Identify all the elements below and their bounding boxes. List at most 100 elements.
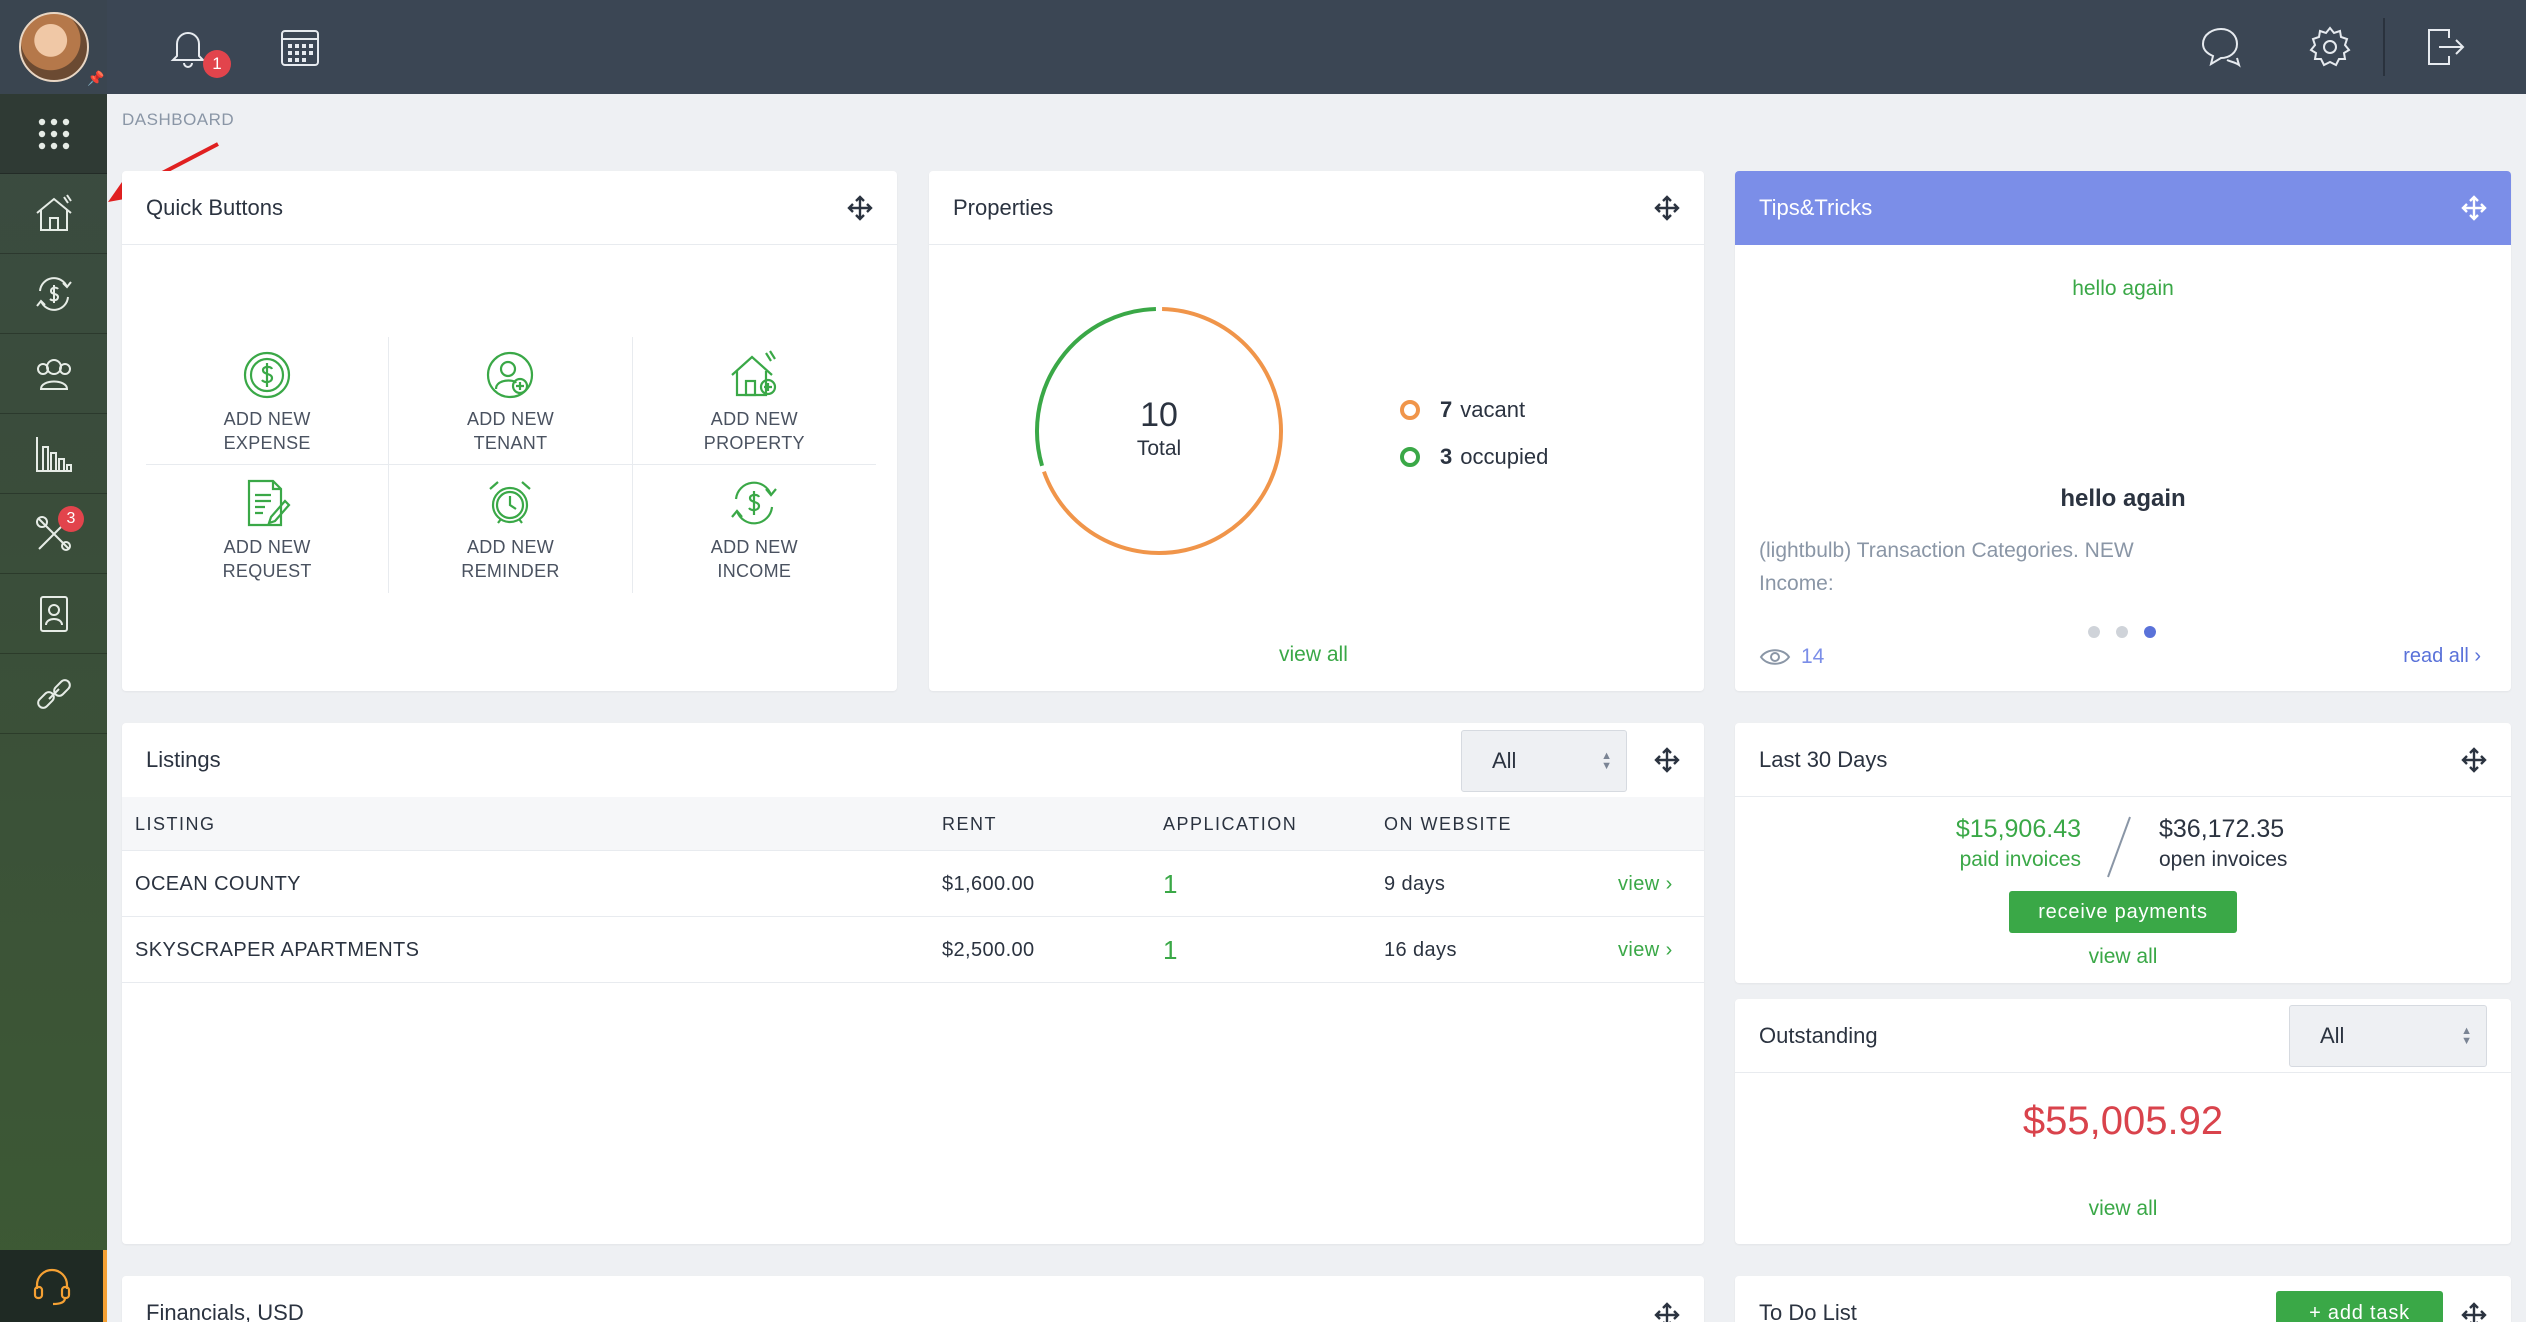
move-icon[interactable]	[2461, 746, 2487, 773]
sidebar-item-links[interactable]	[0, 654, 107, 734]
tips-body: (lightbulb) Transaction Categories. NEW …	[1759, 539, 2134, 595]
tips-top-text: hello again	[2072, 277, 2174, 300]
maintenance-badge: 3	[58, 506, 84, 532]
views-counter: 14	[1759, 645, 1824, 669]
move-icon[interactable]	[2461, 195, 2487, 221]
add-property-button[interactable]: ADD NEW PROPERTY	[632, 337, 876, 465]
last30-view-all-link[interactable]: view all	[1735, 945, 2511, 969]
occupied-dot	[1400, 447, 1420, 467]
column-header[interactable]: LISTING	[135, 814, 216, 835]
card-title: Quick Buttons	[146, 194, 283, 220]
sidebar: 📌 3	[0, 0, 107, 1322]
alarm-clock-icon	[489, 481, 532, 524]
user-avatar-area[interactable]: 📌	[0, 0, 107, 94]
card-title: Listings	[146, 747, 221, 772]
quick-buttons-grid: ADD NEW EXPENSE ADD NEW TENANT ADD NEW P…	[146, 337, 876, 593]
chat-button[interactable]	[2197, 24, 2243, 70]
legend-vacant: 7 vacant	[1400, 397, 1525, 423]
tips-heading: hello again	[2060, 485, 2186, 512]
sidebar-item-transactions[interactable]	[0, 254, 107, 334]
table-row[interactable]: OCEAN COUNTY $1,600.00 1 9 days view ›	[122, 851, 1704, 917]
sidebar-item-maintenance[interactable]: 3	[0, 494, 107, 574]
card-title: Properties	[953, 194, 1054, 220]
document-edit-icon	[248, 479, 291, 527]
add-request-button[interactable]: ADD NEW REQUEST	[146, 465, 390, 593]
bar-chart-icon	[35, 436, 72, 472]
read-all-link[interactable]: read all ›	[2403, 645, 2481, 668]
add-reminder-button[interactable]: ADD NEW REMINDER	[389, 465, 633, 593]
card-title: To Do List	[1759, 1300, 1857, 1322]
carousel-dot[interactable]	[2088, 626, 2100, 638]
logout-icon	[2428, 29, 2465, 65]
outstanding-view-all-link[interactable]: view all	[1735, 1197, 2511, 1221]
add-tenant-button[interactable]: ADD NEW TENANT	[389, 337, 633, 465]
quick-buttons-card: Quick Buttons ADD NEW EXPENSE ADD NEW TE…	[122, 171, 897, 691]
listings-filter-select[interactable]: All ▲ ▼	[1461, 730, 1627, 792]
grid-dots-icon	[38, 118, 69, 149]
sidebar-item-contacts[interactable]	[0, 574, 107, 654]
add-task-button[interactable]: + add task	[2276, 1291, 2443, 1322]
top-bar: 1	[107, 0, 2526, 94]
move-icon[interactable]	[1654, 1302, 1680, 1322]
link-icon	[36, 678, 71, 709]
pin-icon[interactable]: 📌	[87, 70, 104, 86]
open-invoices-stat[interactable]: $36,172.35 open invoices	[2159, 815, 2287, 872]
logout-button[interactable]	[2421, 24, 2467, 70]
move-icon[interactable]	[2461, 1302, 2487, 1322]
carousel-dots	[2088, 626, 2156, 638]
move-icon[interactable]	[847, 194, 873, 221]
settings-button[interactable]	[2307, 24, 2353, 70]
house-add-icon	[731, 350, 777, 397]
sidebar-item-dashboard[interactable]	[0, 94, 107, 174]
contact-card-icon	[39, 595, 68, 632]
total-label: Total	[1136, 437, 1182, 460]
listings-card: Listings All ▲ ▼ LISTING RENT APPLICATION…	[122, 723, 1704, 1244]
sidebar-item-reports[interactable]	[0, 414, 107, 494]
view-link[interactable]: view ›	[1618, 873, 1673, 896]
financials-card: Financials, USD	[122, 1276, 1704, 1322]
properties-card: Properties 10 Total 7 vacant 3 occupied …	[929, 171, 1704, 691]
select-caret-icon: ▲ ▼	[2461, 1025, 2472, 1047]
calendar-icon	[281, 30, 319, 66]
card-title: Tips&Tricks	[1759, 195, 1873, 220]
eye-icon	[1759, 649, 1791, 665]
table-row[interactable]: SKYSCRAPER APARTMENTS $2,500.00 1 16 day…	[122, 917, 1704, 983]
total-value: 10	[1140, 396, 1178, 434]
paid-invoices-stat[interactable]: $15,906.43 paid invoices	[1956, 815, 2081, 872]
add-income-button[interactable]: ADD NEW INCOME	[633, 465, 876, 593]
card-title: Outstanding	[1759, 1022, 1878, 1048]
move-icon[interactable]	[1654, 747, 1680, 773]
breadcrumb[interactable]: DASHBOARD	[122, 110, 234, 130]
column-header[interactable]: RENT	[942, 814, 997, 835]
receive-payments-button[interactable]: receive payments	[2009, 891, 2237, 933]
column-header[interactable]: ON WEBSITE	[1384, 814, 1512, 835]
card-title: Last 30 Days	[1759, 746, 1888, 772]
headset-icon	[33, 1268, 70, 1306]
properties-view-all-link[interactable]: view all	[1279, 643, 1348, 667]
move-icon[interactable]	[1654, 194, 1680, 221]
carousel-dot-active[interactable]	[2144, 626, 2156, 638]
outstanding-filter-select[interactable]: All ▲ ▼	[2289, 1005, 2487, 1067]
vacant-dot	[1400, 400, 1420, 420]
notification-count-badge: 1	[203, 50, 231, 78]
support-button[interactable]	[0, 1250, 107, 1322]
view-link[interactable]: view ›	[1618, 939, 1673, 962]
table-header: LISTING RENT APPLICATION ON WEBSITE	[122, 797, 1704, 851]
calendar-button[interactable]	[277, 24, 323, 70]
column-header[interactable]: APPLICATION	[1163, 814, 1297, 835]
outstanding-card: Outstanding All ▲ ▼ $55,005.92 view all	[1735, 999, 2511, 1244]
sidebar-item-properties[interactable]	[0, 174, 107, 254]
avatar[interactable]	[18, 12, 89, 82]
dollar-circle-icon	[244, 351, 291, 399]
sidebar-item-people[interactable]	[0, 334, 107, 414]
carousel-dot[interactable]	[2116, 626, 2128, 638]
outstanding-amount[interactable]: $55,005.92	[1735, 1099, 2511, 1144]
card-title: Financials, USD	[146, 1300, 304, 1322]
divider-slash	[2107, 816, 2131, 878]
last-30-days-card: Last 30 Days $15,906.43 paid invoices $3…	[1735, 723, 2511, 983]
money-cycle-icon	[731, 481, 778, 525]
money-cycle-icon	[35, 276, 72, 311]
add-expense-button[interactable]: ADD NEW EXPENSE	[146, 337, 390, 465]
users-icon	[36, 358, 71, 390]
topbar-divider	[2383, 18, 2385, 76]
